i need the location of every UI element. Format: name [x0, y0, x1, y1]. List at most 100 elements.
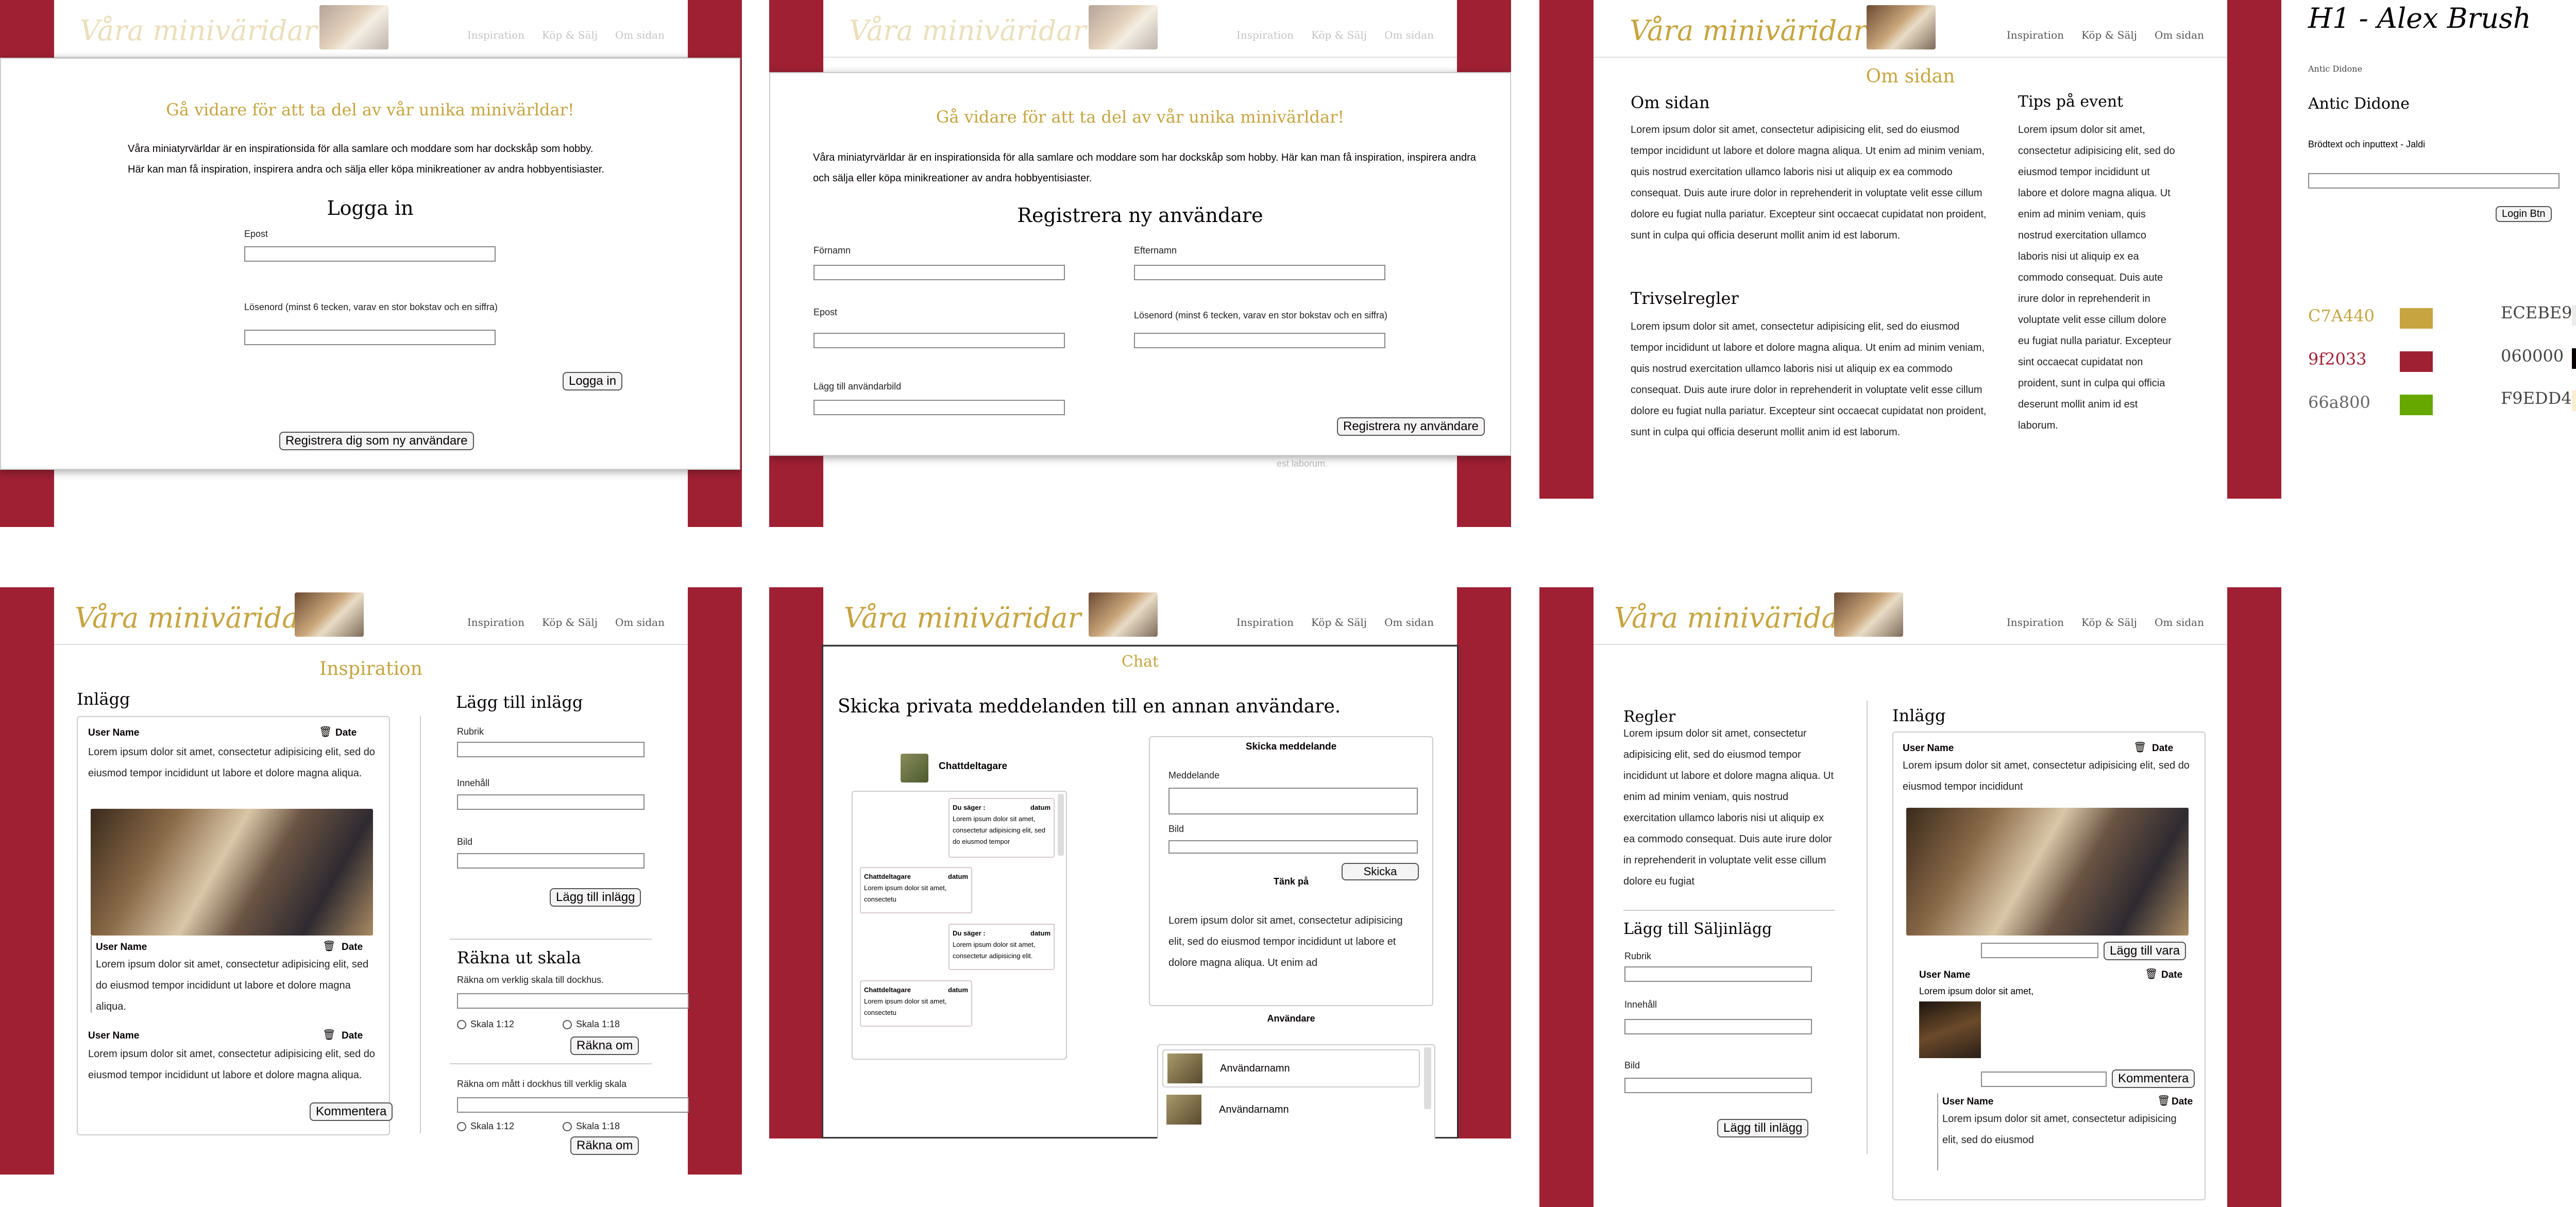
post-image[interactable]	[1906, 808, 2189, 936]
participant-avatar	[901, 754, 928, 783]
trash-icon[interactable]: 🗑	[323, 1028, 335, 1041]
nav-inspiration[interactable]: Inspiration	[1236, 616, 1294, 628]
login-heading: Gå vidare för att ta del av vår unika mi…	[166, 100, 574, 120]
nav-om-sidan[interactable]: Om sidan	[1384, 616, 1434, 628]
image-input[interactable]	[1624, 1078, 1812, 1093]
rubrik-input[interactable]	[1624, 966, 1812, 982]
post-date: Date	[335, 727, 357, 738]
nav-kop-salj[interactable]: Köp & Sälj	[542, 29, 598, 41]
nav-kop-salj[interactable]: Köp & Sälj	[2081, 29, 2137, 41]
nav-om-sidan[interactable]: Om sidan	[1384, 29, 1434, 41]
content-input[interactable]	[1624, 1019, 1812, 1034]
user-list-scrollbar[interactable]	[1424, 1047, 1431, 1109]
register-modal: Gå vidare för att ta del av vår unika mi…	[769, 72, 1511, 456]
scale-1-18-radio[interactable]: Skala 1:18	[563, 1121, 620, 1132]
image-input[interactable]	[1168, 840, 1418, 854]
think-text: Lorem ipsum dolor sit amet, consectetur …	[1168, 915, 1403, 968]
post-image[interactable]	[91, 809, 373, 936]
nav-kop-salj[interactable]: Köp & Sälj	[1311, 616, 1367, 628]
comment-thread-line	[91, 936, 92, 1013]
password-input[interactable]	[244, 330, 496, 345]
site-logo[interactable]: Våra miniväridar	[80, 14, 317, 47]
item-input[interactable]	[1981, 943, 2098, 958]
nav-inspiration[interactable]: Inspiration	[2007, 616, 2064, 628]
message-label: Meddelande	[1168, 770, 1220, 780]
scale-1-12-radio[interactable]: Skala 1:12	[457, 1121, 514, 1132]
register-link-button[interactable]: Registrera dig som ny användare	[279, 432, 474, 450]
nav-inspiration[interactable]: Inspiration	[467, 29, 524, 41]
site-header: Våra miniväridar Inspiration Köp & Sälj …	[1594, 0, 2227, 58]
calculate-button[interactable]: Räkna om	[570, 1136, 639, 1155]
body-font-sample: Brödtext och inputtext - Jaldi	[2308, 139, 2426, 149]
header-image	[1834, 592, 1903, 637]
rules-text: Lorem ipsum dolor sit amet, consectetur …	[1631, 321, 1987, 438]
site-logo[interactable]: Våra miniväridar	[1630, 14, 1867, 47]
add-item-button[interactable]: Lägg till vara	[2104, 942, 2187, 960]
lastname-input[interactable]	[1134, 265, 1385, 280]
participant-name: Chattdeltagare	[939, 761, 1008, 772]
calculate-button[interactable]: Räkna om	[570, 1036, 639, 1055]
user-list-item[interactable]: Användarnamn	[1162, 1092, 1420, 1130]
content-input[interactable]	[457, 794, 645, 810]
message-scrollbar[interactable]	[1058, 794, 1064, 856]
comment-button[interactable]: Kommentera	[2112, 1069, 2195, 1088]
nav-kop-salj[interactable]: Köp & Sälj	[2081, 616, 2137, 628]
email-input[interactable]	[244, 246, 496, 262]
sample-login-button[interactable]: Login Btn	[2496, 206, 2552, 222]
image-label: Bild	[1168, 824, 1184, 834]
scale-1-18-radio[interactable]: Skala 1:18	[563, 1019, 620, 1030]
add-post-button[interactable]: Lägg till inlägg	[550, 888, 641, 907]
nav-om-sidan[interactable]: Om sidan	[615, 29, 665, 41]
comment-image[interactable]	[1919, 1001, 1981, 1058]
add-sale-heading: Lägg till Säljinlägg	[1623, 920, 1772, 938]
trash-icon[interactable]: 🗑	[323, 940, 335, 953]
trash-icon[interactable]: 🗑	[2157, 1094, 2170, 1107]
rubrik-input[interactable]	[457, 742, 645, 757]
nav-om-sidan[interactable]: Om sidan	[615, 616, 665, 628]
posts-container: User Name 🗑 Date Lorem ipsum dolor sit a…	[77, 716, 393, 1135]
site-logo[interactable]: Våra miniväridar	[844, 602, 1081, 634]
nav-inspiration[interactable]: Inspiration	[2007, 29, 2064, 41]
password-input[interactable]	[1134, 333, 1385, 348]
comment-input[interactable]	[1981, 1072, 2107, 1087]
color-label-f9edd4: F9EDD4	[2501, 388, 2572, 408]
trash-icon[interactable]: 🗑	[319, 725, 332, 738]
nav-inspiration[interactable]: Inspiration	[1236, 29, 1294, 41]
send-button[interactable]: Skicka	[1342, 863, 1419, 880]
scale-1-12-radio[interactable]: Skala 1:12	[457, 1019, 514, 1030]
nav-kop-salj[interactable]: Köp & Sälj	[542, 616, 598, 628]
color-label-66a800: 66a800	[2308, 393, 2370, 412]
register-submit-button[interactable]: Registrera ny användare	[1337, 417, 1485, 436]
scale-to-dollhouse-input[interactable]	[457, 993, 689, 1009]
firstname-input[interactable]	[814, 265, 1065, 280]
message-input[interactable]	[1168, 788, 1418, 814]
rubrik-label: Rubrik	[457, 726, 484, 737]
scale-to-real-input[interactable]	[457, 1097, 689, 1113]
nav-kop-salj[interactable]: Köp & Sälj	[1311, 29, 1367, 41]
image-input[interactable]	[457, 853, 645, 869]
picture-input[interactable]	[814, 400, 1065, 415]
nav-om-sidan[interactable]: Om sidan	[2155, 29, 2204, 41]
email-input[interactable]	[814, 333, 1065, 348]
nav-inspiration[interactable]: Inspiration	[467, 616, 524, 628]
market-frame: Våra miniväridar Inspiration Köp & Sälj …	[1539, 587, 2281, 1207]
user-list-item[interactable]: Användarnamn	[1162, 1049, 1420, 1087]
site-logo[interactable]: Våra miniväridar	[849, 14, 1086, 47]
trash-icon[interactable]: 🗑	[2145, 967, 2158, 980]
post-text: Lorem ipsum dolor sit amet, consectetur …	[1903, 760, 2190, 792]
main-nav: Inspiration Köp & Sälj Om sidan	[467, 616, 665, 628]
comment-button[interactable]: Kommentera	[310, 1102, 393, 1121]
message-own: Du säger : datum Lorem ipsum dolor sit ame…	[948, 924, 1055, 970]
sample-input[interactable]	[2308, 173, 2560, 189]
color-swatch-c7a440	[2400, 308, 2433, 329]
add-sale-post-button[interactable]: Lägg till inlägg	[1717, 1119, 1809, 1137]
message-own: Du säger : datum Lorem ipsum dolor sit ame…	[948, 798, 1055, 858]
site-logo[interactable]: Våra miniväridar	[75, 602, 312, 634]
nav-om-sidan[interactable]: Om sidan	[2155, 616, 2204, 628]
register-title: Registrera ny användare	[1017, 204, 1263, 227]
site-logo[interactable]: Våra miniväridar	[1614, 602, 1851, 634]
reply-date: Date	[2172, 1096, 2193, 1107]
image-label: Bild	[457, 837, 473, 847]
login-button[interactable]: Logga in	[563, 372, 623, 390]
trash-icon[interactable]: 🗑	[2133, 741, 2146, 754]
